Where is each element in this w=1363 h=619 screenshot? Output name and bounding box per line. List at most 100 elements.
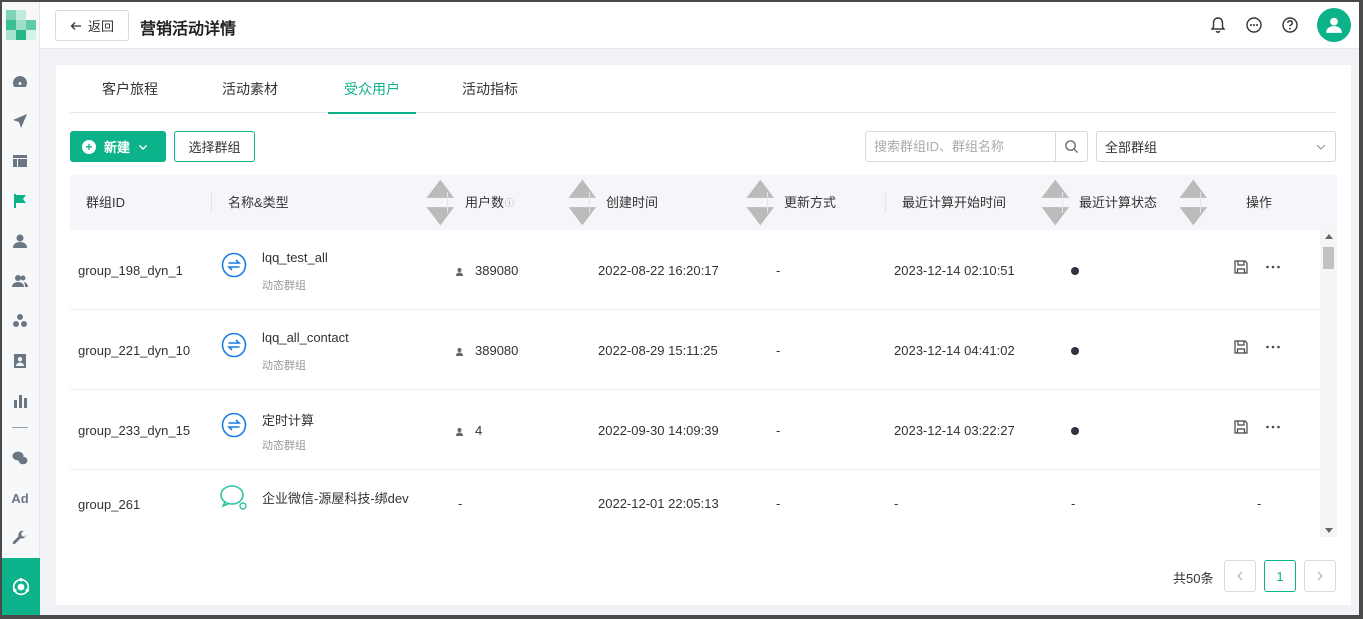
message-icon[interactable] <box>1244 15 1264 35</box>
col-divider <box>447 192 448 213</box>
col-created: 创建时间 <box>606 195 659 210</box>
sidebar: Ad <box>2 2 40 615</box>
scroll-up-arrow[interactable] <box>1325 234 1333 239</box>
sort-icon[interactable] <box>1037 175 1074 230</box>
col-divider <box>1200 192 1201 213</box>
tab-bar: 客户旅程 活动素材 受众用户 活动指标 <box>70 65 1337 114</box>
sidebar-settings-button[interactable] <box>2 558 40 615</box>
group-filter-value: 全部群组 <box>1105 140 1158 155</box>
table-row[interactable]: group_198_dyn_1 lqq_test_all 动态群组 389080… <box>70 230 1320 310</box>
update-mode: - <box>776 423 781 438</box>
tab-materials[interactable]: 活动素材 <box>204 65 296 113</box>
sync-icon <box>221 332 247 358</box>
tab-audience[interactable]: 受众用户 <box>328 65 416 114</box>
action-text: - <box>1257 496 1262 511</box>
col-last-calc: 最近计算开始时间 <box>902 195 1007 210</box>
col-divider <box>885 192 886 213</box>
user-count: - <box>458 496 463 511</box>
status-dot <box>1071 427 1079 435</box>
table-row[interactable]: group_261 企业微信-源屋科技-绑dev - 2022-12-01 22… <box>70 470 1320 537</box>
help-icon[interactable] <box>1280 15 1300 35</box>
search-button[interactable] <box>1055 132 1087 161</box>
group-name[interactable]: 定时计算 <box>262 410 314 429</box>
table-row[interactable]: group_221_dyn_10 lqq_all_contact 动态群组 38… <box>70 310 1320 390</box>
wrench-icon[interactable] <box>11 529 29 547</box>
col-update-mode: 更新方式 <box>784 195 837 210</box>
ad-icon[interactable]: Ad <box>11 489 29 507</box>
user-count-icon <box>456 428 463 436</box>
more-icon[interactable] <box>1265 419 1281 435</box>
contact-card-icon[interactable] <box>11 352 29 370</box>
scroll-down-arrow[interactable] <box>1325 528 1333 533</box>
col-status: 最近计算状态 <box>1079 195 1158 210</box>
sort-icon[interactable] <box>1175 175 1212 230</box>
more-icon[interactable] <box>1265 259 1281 275</box>
save-icon[interactable] <box>1233 259 1249 275</box>
col-group-id: 群组ID <box>86 195 126 210</box>
main-card: 客户旅程 活动素材 受众用户 活动指标 + 新建 选择群组 全部群组 群组ID <box>56 65 1351 605</box>
search-input[interactable] <box>866 132 1056 161</box>
col-divider <box>589 192 590 213</box>
table-row[interactable]: group_233_dyn_15 定时计算 动态群组 4 2022-09-30 … <box>70 390 1320 470</box>
person-icon <box>1326 17 1342 33</box>
user-icon[interactable] <box>11 232 29 250</box>
user-count-icon <box>456 348 463 356</box>
group-name[interactable]: lqq_all_contact <box>262 330 349 345</box>
users-icon[interactable] <box>11 272 29 290</box>
group-id: group_261 <box>78 497 141 512</box>
group-name[interactable]: lqq_test_all <box>262 250 328 265</box>
app-logo <box>6 10 36 40</box>
page-button[interactable]: 1 <box>1264 560 1296 592</box>
send-icon[interactable] <box>11 112 29 130</box>
update-mode: - <box>776 263 781 278</box>
col-users-label: 用户数 <box>465 195 505 210</box>
user-count: 4 <box>475 423 483 438</box>
bell-icon[interactable] <box>1208 15 1228 35</box>
table-scrollbar[interactable] <box>1320 230 1337 537</box>
avatar[interactable] <box>1317 8 1351 42</box>
flag-icon[interactable] <box>11 192 29 210</box>
group-name[interactable]: 企业微信-源屋科技-绑dev <box>262 488 409 507</box>
wechat-icon[interactable] <box>11 449 29 467</box>
group-id: group_233_dyn_15 <box>78 423 191 438</box>
prev-page-button[interactable] <box>1224 560 1256 592</box>
save-icon[interactable] <box>1233 339 1249 355</box>
status-dot <box>1071 267 1079 275</box>
status-text: - <box>1071 496 1076 511</box>
chevron-down-icon <box>1316 144 1326 150</box>
back-label: 返回 <box>87 19 114 34</box>
back-button[interactable]: 返回 <box>55 10 129 41</box>
col-users: 用户数ⓘ <box>465 175 514 230</box>
info-icon[interactable]: ⓘ <box>505 198 514 208</box>
sort-icon[interactable] <box>422 175 459 230</box>
chevron-left-icon <box>1237 571 1243 581</box>
more-icon[interactable] <box>1265 339 1281 355</box>
chevron-right-icon <box>1317 571 1323 581</box>
sort-icon[interactable] <box>742 175 779 230</box>
col-divider <box>1062 192 1063 213</box>
last-calc-time: 2023-12-14 02:10:51 <box>894 263 1015 278</box>
next-page-button[interactable] <box>1304 560 1336 592</box>
update-mode: - <box>776 496 781 511</box>
chevron-down-icon <box>139 144 148 150</box>
group-filter-select[interactable]: 全部群组 <box>1096 131 1336 162</box>
groups-icon[interactable] <box>11 312 29 330</box>
tab-journey[interactable]: 客户旅程 <box>84 65 176 113</box>
bar-chart-icon[interactable] <box>11 392 29 410</box>
new-button[interactable]: + 新建 <box>70 131 166 162</box>
col-name-type: 名称&类型 <box>228 195 289 210</box>
save-icon[interactable] <box>1233 419 1249 435</box>
created-time: 2022-08-22 16:20:17 <box>598 263 719 278</box>
layout-icon[interactable] <box>11 152 29 170</box>
group-type: 动态群组 <box>262 440 306 452</box>
select-group-button[interactable]: 选择群组 <box>174 131 255 162</box>
col-divider <box>211 192 212 213</box>
scroll-thumb[interactable] <box>1323 247 1334 269</box>
tab-metrics[interactable]: 活动指标 <box>444 65 536 113</box>
dashboard-icon[interactable] <box>11 73 29 91</box>
col-divider <box>767 192 768 213</box>
sidebar-divider <box>12 427 28 428</box>
total-count: 共50条 <box>1173 571 1214 586</box>
sort-icon[interactable] <box>564 175 601 230</box>
status-dot <box>1071 347 1079 355</box>
